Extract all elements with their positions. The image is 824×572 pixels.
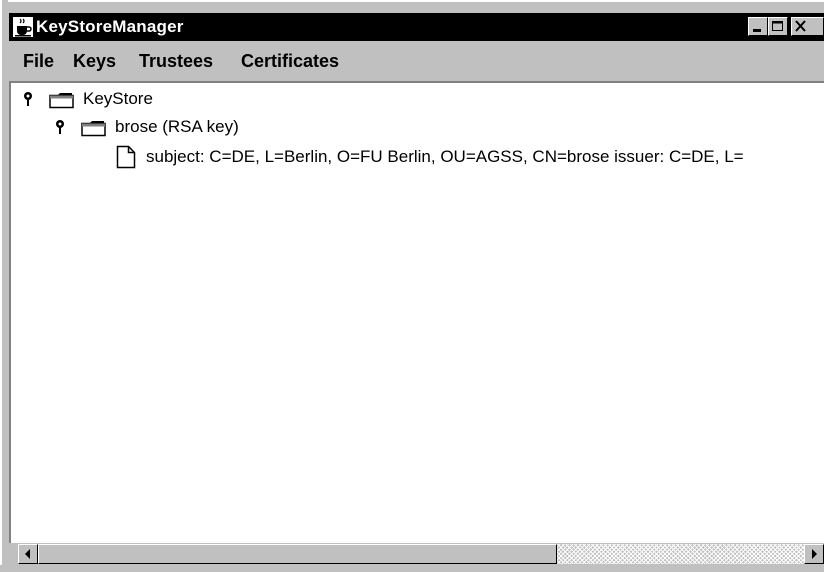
window-frame-left — [0, 0, 8, 572]
close-icon — [795, 20, 806, 32]
arrow-right-icon — [812, 549, 817, 559]
window-title: KeyStoreManager — [36, 17, 184, 36]
scrollbar-thumb[interactable] — [38, 544, 557, 564]
tree-node-label: brose (RSA key) — [115, 117, 239, 136]
tree-node-keystore[interactable]: KeyStore — [23, 88, 223, 112]
tree-node-label: KeyStore — [83, 89, 153, 108]
menu-keys[interactable]: Keys — [73, 51, 116, 72]
expanded-handle-icon[interactable] — [23, 91, 35, 107]
menu-certificates[interactable]: Certificates — [241, 51, 339, 72]
maximize-icon — [772, 21, 783, 31]
close-button[interactable] — [791, 17, 824, 36]
maximize-button[interactable] — [768, 17, 788, 36]
keystore-tree[interactable]: KeyStore brose (RSA key) subject: C=DE, … — [9, 81, 824, 543]
folder-icon — [49, 93, 74, 109]
document-icon — [116, 145, 136, 169]
tree-node-certificate[interactable]: subject: C=DE, L=Berlin, O=FU Berlin, OU… — [116, 145, 824, 169]
java-cup-icon — [13, 17, 33, 37]
keystore-manager-window: KeyStoreManager File Keys Trustees Certi… — [0, 0, 824, 572]
title-bar[interactable]: KeyStoreManager — [9, 13, 824, 41]
menu-trustees[interactable]: Trustees — [139, 51, 213, 72]
menu-file[interactable]: File — [23, 51, 54, 72]
folder-icon — [81, 121, 106, 137]
minimize-button[interactable] — [748, 17, 768, 36]
expanded-handle-icon[interactable] — [55, 119, 67, 135]
tree-node-brose[interactable]: brose (RSA key) — [55, 116, 305, 140]
scroll-right-button[interactable] — [804, 544, 824, 564]
window-frame-bottom — [0, 565, 824, 572]
tree-node-label: subject: C=DE, L=Berlin, O=FU Berlin, OU… — [146, 147, 744, 166]
arrow-left-icon — [25, 549, 30, 559]
menu-bar: File Keys Trustees Certificates — [9, 41, 824, 81]
minimize-icon — [753, 29, 761, 32]
scroll-left-button[interactable] — [18, 544, 38, 564]
horizontal-scrollbar[interactable] — [18, 543, 824, 565]
window-frame-top — [0, 0, 824, 10]
